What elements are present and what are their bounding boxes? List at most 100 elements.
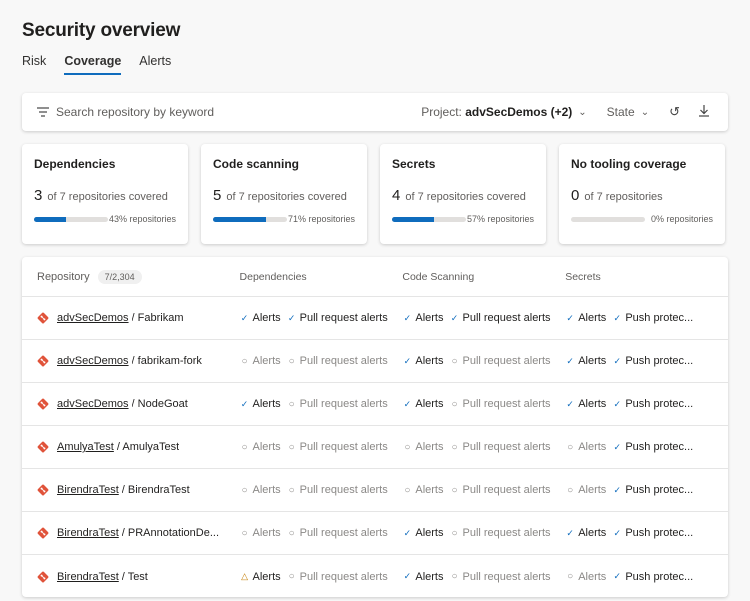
status-item: ✓ Alerts xyxy=(565,312,606,324)
git-repo-icon xyxy=(37,398,49,410)
table-header: Repository 7/2,304 Dependencies Code Sca… xyxy=(22,257,728,297)
circle-icon: ○ xyxy=(404,484,411,496)
status-label: Pull request alerts xyxy=(299,398,388,410)
status-item: ○ Pull request alerts xyxy=(287,441,388,453)
circle-icon: ○ xyxy=(451,484,458,496)
status-item: ○ Alerts xyxy=(402,441,443,453)
card-title: Secrets xyxy=(392,157,436,171)
card-progress: 57% repositories xyxy=(392,214,534,224)
check-icon: ✓ xyxy=(450,312,459,323)
check-icon: ✓ xyxy=(403,398,412,409)
status-item: ○ Pull request alerts xyxy=(449,484,550,496)
status-label: Alerts xyxy=(415,527,444,539)
status-label: Pull request alerts xyxy=(299,527,388,539)
project-link[interactable]: advSecDemos xyxy=(57,398,129,410)
check-icon: ✓ xyxy=(403,355,412,366)
card-count-number: 5 xyxy=(213,187,222,204)
status-label: Pull request alerts xyxy=(462,570,551,583)
table-row[interactable]: BirendraTest / PRAnnotationDe... ○ Alerts ○ P… xyxy=(22,512,728,555)
status-label: Alerts xyxy=(578,398,607,410)
warning-triangle-icon: △ xyxy=(241,571,248,581)
status-label: Alerts xyxy=(578,570,607,583)
table-row[interactable]: advSecDemos / NodeGoat ✓ Alerts ○ Pull reques… xyxy=(22,383,728,426)
repository-name[interactable]: / NodeGoat xyxy=(132,398,188,410)
circle-icon: ○ xyxy=(241,441,248,453)
status-item: ○ Pull request alerts xyxy=(449,398,550,410)
state-filter[interactable]: State xyxy=(607,105,635,119)
code-scanning-cell: ○ Alerts ○ Pull request alerts xyxy=(402,484,565,496)
table-row[interactable]: AmulyaTest / AmulyaTest ○ Alerts ○ Pull reque… xyxy=(22,426,728,469)
tab-risk[interactable]: Risk xyxy=(22,54,46,75)
status-item: ✓ Pull request alerts xyxy=(449,312,551,324)
code-scanning-cell: ✓ Alerts ○ Pull request alerts xyxy=(402,571,565,583)
card-count-text: of 7 repositories covered xyxy=(226,191,347,203)
search-input[interactable]: Search repository by keyword xyxy=(56,105,421,119)
progress-bar-fill xyxy=(34,216,66,222)
status-item: ✓ Alerts xyxy=(240,398,281,410)
git-repo-icon xyxy=(37,527,49,539)
circle-icon: ○ xyxy=(567,441,574,453)
card-count-text: of 7 repositories xyxy=(584,191,663,203)
project-link[interactable]: advSecDemos xyxy=(57,355,129,367)
status-label: Push protec... xyxy=(625,312,694,324)
status-label: Pull request alerts xyxy=(299,484,388,496)
project-filter-label: Project: xyxy=(421,105,462,119)
table-row[interactable]: advSecDemos / fabrikam-fork ○ Alerts ○ Pull r… xyxy=(22,340,728,383)
git-repo-icon xyxy=(37,571,49,582)
repository-name[interactable]: / Test xyxy=(122,571,148,583)
project-link[interactable]: AmulyaTest xyxy=(57,441,114,453)
repository-name[interactable]: / AmulyaTest xyxy=(117,441,179,453)
circle-icon: ○ xyxy=(288,571,295,582)
status-label: Alerts xyxy=(252,355,281,367)
column-repository[interactable]: Repository 7/2,304 xyxy=(22,269,240,284)
project-link[interactable]: advSecDemos xyxy=(57,312,129,324)
repository-name[interactable]: / BirendraTest xyxy=(122,484,190,496)
progress-bar-fill xyxy=(392,216,435,222)
check-icon: ✓ xyxy=(613,441,622,452)
repository-cell: advSecDemos / fabrikam-fork xyxy=(22,355,240,367)
circle-icon: ○ xyxy=(241,527,248,539)
status-item: ○ Pull request alerts xyxy=(287,484,388,496)
project-filter-value: advSecDemos (+2) xyxy=(465,105,573,119)
circle-icon: ○ xyxy=(451,527,458,539)
progress-label: 0% repositories xyxy=(650,214,713,224)
card-progress: 43% repositories xyxy=(34,214,176,224)
circle-icon: ○ xyxy=(288,398,295,410)
undo-icon[interactable]: ↺ xyxy=(669,104,680,120)
download-icon[interactable] xyxy=(698,104,710,120)
table-row[interactable]: advSecDemos / Fabrikam ✓ Alerts ✓ Pull reques… xyxy=(22,297,728,340)
status-item: ✓ Alerts xyxy=(565,355,606,367)
repository-name-text: fabrikam-fork xyxy=(137,355,202,367)
project-link[interactable]: BirendraTest xyxy=(57,527,119,539)
project-link[interactable]: BirendraTest xyxy=(57,484,119,496)
repository-name[interactable]: / PRAnnotationDe... xyxy=(122,527,219,539)
check-icon: ✓ xyxy=(613,527,622,538)
tab-coverage[interactable]: Coverage xyxy=(64,54,122,75)
repository-name[interactable]: / Fabrikam xyxy=(132,312,184,324)
repository-name-text: Test xyxy=(127,570,148,583)
status-label: Push protec... xyxy=(625,484,694,496)
repository-name-text: BirendraTest xyxy=(127,484,190,496)
tab-alerts[interactable]: Alerts xyxy=(139,54,171,75)
status-item: ✓ Push protec... xyxy=(612,312,694,324)
code-scanning-cell: ○ Alerts ○ Pull request alerts xyxy=(402,441,565,453)
status-label: Push protec... xyxy=(625,398,694,410)
chevron-down-icon[interactable]: ⌄ xyxy=(578,107,586,118)
code-scanning-cell: ✓ Alerts ○ Pull request alerts xyxy=(402,355,565,367)
filter-icon[interactable] xyxy=(37,107,49,117)
chevron-down-icon[interactable]: ⌄ xyxy=(641,107,649,118)
status-label: Pull request alerts xyxy=(462,441,551,453)
status-label: Alerts xyxy=(415,312,444,324)
code-scanning-cell: ✓ Alerts ✓ Pull request alerts xyxy=(402,312,565,324)
status-item: ○ Alerts xyxy=(240,527,281,539)
status-item: ✓ Push protec... xyxy=(612,441,694,453)
table-row[interactable]: BirendraTest / Test △ Alerts ○ Pull request a… xyxy=(22,555,728,597)
status-item: ○ Pull request alerts xyxy=(449,355,550,367)
check-icon: ✓ xyxy=(403,312,412,323)
project-filter[interactable]: Project: advSecDemos (+2) xyxy=(421,105,572,119)
project-link[interactable]: BirendraTest xyxy=(57,571,119,583)
repository-name[interactable]: / fabrikam-fork xyxy=(132,355,202,367)
dependencies-cell: ✓ Alerts ✓ Pull request alerts xyxy=(240,312,403,324)
status-label: Alerts xyxy=(578,355,607,367)
table-row[interactable]: BirendraTest / BirendraTest ○ Alerts ○ Pull r… xyxy=(22,469,728,512)
